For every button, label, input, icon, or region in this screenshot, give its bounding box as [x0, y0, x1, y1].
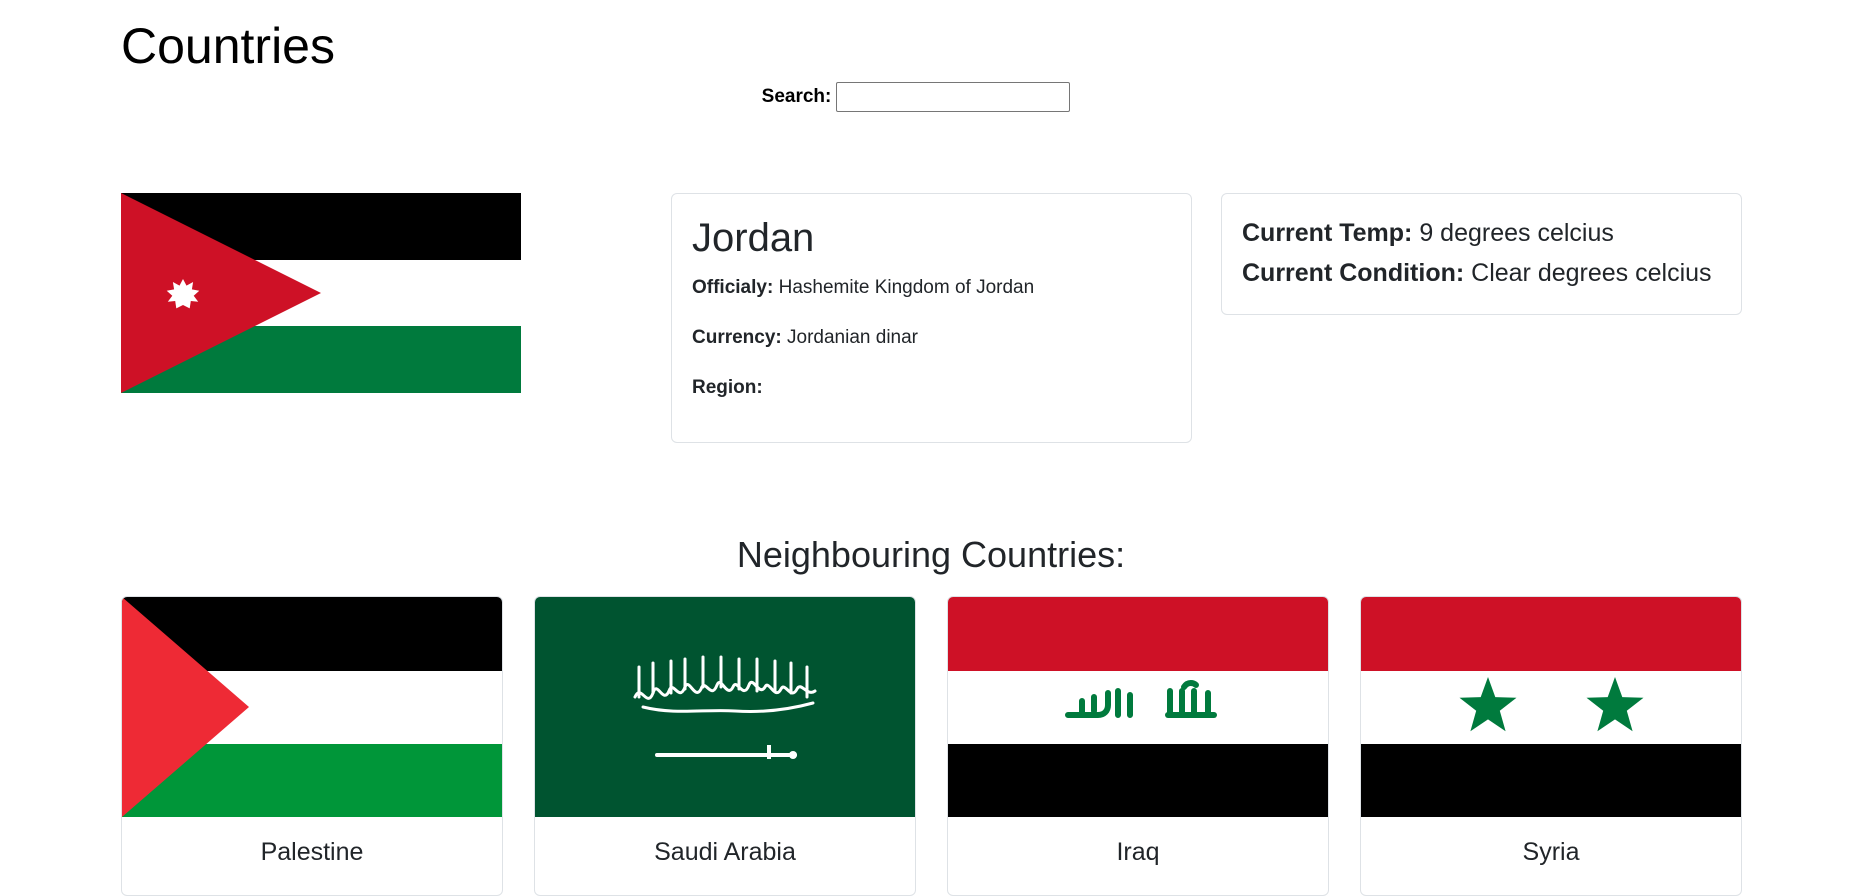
current-temp-line: Current Temp: 9 degrees celcius [1242, 213, 1721, 253]
page-title: Countries [121, 18, 335, 74]
neighbour-card-iraq[interactable]: Iraq [947, 596, 1329, 896]
region-line: Region: [692, 374, 1171, 402]
syria-flag-icon [1361, 597, 1741, 817]
official-name-value: Hashemite Kingdom of Jordan [778, 277, 1035, 298]
neighbour-card-syria[interactable]: Syria [1360, 596, 1742, 896]
official-name-label: Officialy: [692, 277, 774, 298]
neighbour-name: Iraq [1116, 838, 1160, 866]
country-info-card: Jordan Officialy: Hashemite Kingdom of J… [671, 193, 1192, 443]
weather-card: Current Temp: 9 degrees celcius Current … [1221, 193, 1742, 315]
neighbour-card-palestine[interactable]: Palestine [121, 596, 503, 896]
current-condition-value: Clear degrees celcius [1471, 259, 1712, 287]
neighbour-name: Syria [1522, 838, 1580, 866]
current-temp-label: Current Temp: [1242, 219, 1413, 247]
jordan-flag-icon [121, 193, 521, 393]
currency-line: Currency: Jordanian dinar [692, 324, 1171, 352]
neighbour-card-saudi-arabia[interactable]: Saudi Arabia [534, 596, 916, 896]
official-name-line: Officialy: Hashemite Kingdom of Jordan [692, 274, 1171, 302]
neighbour-name: Palestine [260, 838, 364, 866]
iraq-flag-icon [948, 597, 1328, 817]
neighbouring-countries-list: Palestine Saudi Arabia Iraq Syria [121, 596, 1742, 896]
region-label: Region: [692, 377, 763, 398]
saudi-arabia-flag-icon [535, 597, 915, 817]
neighbour-name: Saudi Arabia [654, 838, 796, 866]
current-temp-value: 9 degrees celcius [1419, 219, 1614, 247]
current-condition-label: Current Condition: [1242, 259, 1465, 287]
currency-label: Currency: [692, 327, 782, 348]
currency-value: Jordanian dinar [787, 327, 919, 348]
neighbouring-countries-heading: Neighbouring Countries: [736, 534, 1126, 575]
palestine-flag-icon [122, 597, 502, 817]
current-condition-line: Current Condition: Clear degrees celcius [1242, 253, 1721, 293]
search-input[interactable] [836, 82, 1071, 112]
search-label: Search: [761, 86, 832, 107]
search-bar: Search: [0, 82, 1852, 112]
country-name: Jordan [692, 216, 815, 260]
